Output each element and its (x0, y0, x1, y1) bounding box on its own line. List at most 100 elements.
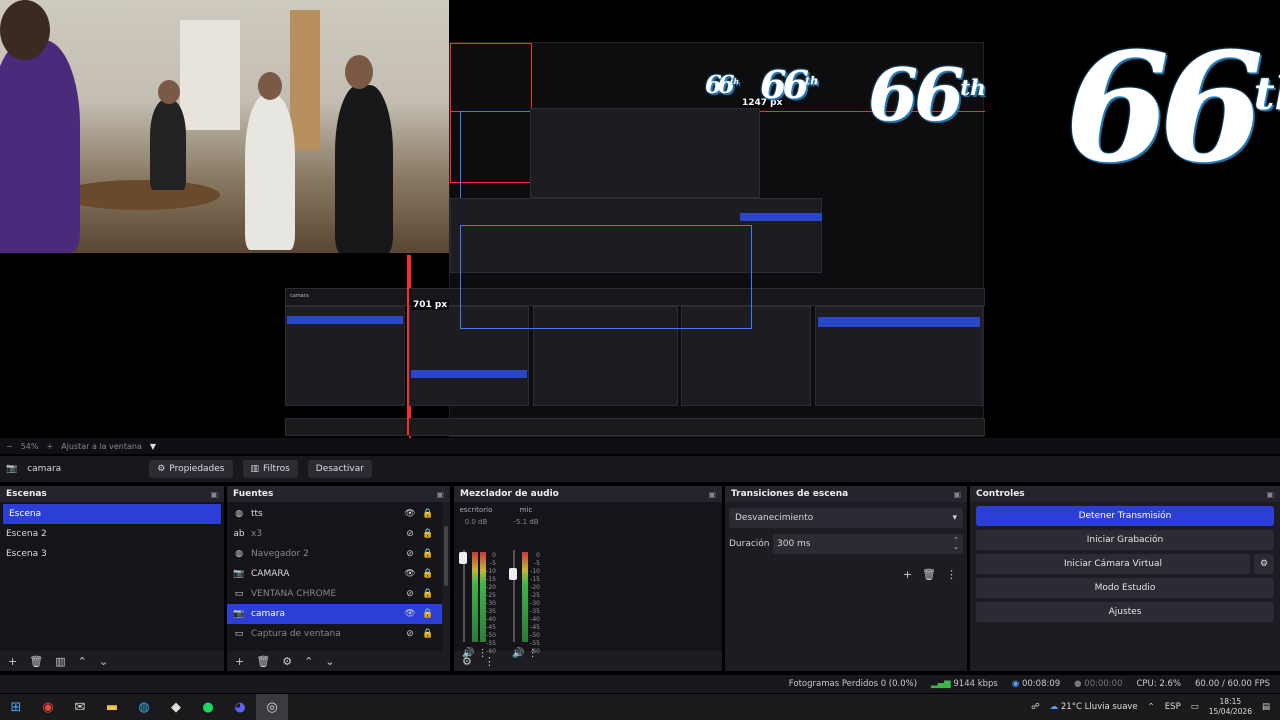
zoom-out-button[interactable]: − (6, 442, 13, 451)
scene-item[interactable]: Escena 3 (0, 544, 224, 564)
move-down-icon[interactable]: ⌄ (325, 655, 334, 668)
controls-title: Controles (976, 489, 1025, 499)
move-down-icon[interactable]: ⌄ (99, 655, 108, 668)
clock[interactable]: 18:15 15/04/2026 (1209, 697, 1252, 717)
mini-source-label: camara (290, 293, 309, 299)
lock-icon[interactable]: 🔒 (422, 609, 434, 619)
notification-icon[interactable]: ▤ (1262, 702, 1270, 712)
visibility-icon[interactable]: 👁 (404, 569, 416, 579)
settings-button[interactable]: Ajustes (976, 602, 1274, 622)
advanced-audio-icon[interactable]: ⚙ (462, 655, 472, 668)
filters-button[interactable]: ▥ Filtros (242, 460, 298, 478)
zoom-bar: − 54% + Ajustar a la ventana ▼ (0, 438, 1280, 454)
fit-window-label[interactable]: Ajustar a la ventana (61, 442, 142, 451)
weather-widget[interactable]: ☁ 21°C Lluvia suave (1050, 702, 1138, 712)
source-item[interactable]: ab x3 ⊘ 🔒 (227, 524, 442, 544)
gear-icon[interactable]: ⚙ (1254, 554, 1274, 574)
source-item[interactable]: ◍ Navegador 2 ⊘ 🔒 (227, 544, 442, 564)
preview-canvas[interactable]: 1247 px camara 701 px 66th 66th 66th 66t… (0, 0, 1280, 438)
transitions-dock: Transiciones de escena ▣ Desvanecimiento ▾… (725, 486, 967, 671)
obs-icon[interactable]: ◎ (256, 694, 288, 720)
hidden-icon[interactable]: ⊘ (404, 629, 416, 639)
hidden-icon[interactable]: ⊘ (404, 549, 416, 559)
source-item[interactable]: ◍ tts 👁 🔒 (227, 504, 442, 524)
pin-icon[interactable]: ☍ (1031, 702, 1040, 712)
camera-feed (0, 0, 449, 253)
start-recording-button[interactable]: Iniciar Grabación (976, 530, 1274, 550)
start-virtual-camera-button[interactable]: Iniciar Cámara Virtual (976, 554, 1250, 574)
trash-icon[interactable]: 🗑 (922, 568, 936, 581)
deactivate-button[interactable]: Desactivar (307, 460, 372, 478)
file-explorer-icon[interactable]: ▬ (96, 694, 128, 720)
add-icon[interactable]: + (903, 568, 912, 581)
properties-button[interactable]: ⚙ Propiedades (149, 460, 233, 478)
lock-icon[interactable]: 🔒 (422, 569, 434, 579)
gear-icon[interactable]: ⚙ (282, 655, 292, 668)
kebab-icon[interactable]: ⋮ (946, 568, 957, 581)
chrome-icon[interactable]: ◉ (32, 694, 64, 720)
source-item[interactable]: 📷 CAMARA 👁 🔒 (227, 564, 442, 584)
filter-icon[interactable]: ▥ (55, 655, 65, 668)
undock-icon[interactable]: ▣ (708, 490, 716, 499)
move-up-icon[interactable]: ⌃ (304, 655, 313, 668)
move-up-icon[interactable]: ⌃ (78, 655, 87, 668)
channel-db: 0.0 dB (464, 518, 488, 526)
add-icon[interactable]: + (8, 655, 17, 668)
hidden-icon[interactable]: ⊘ (404, 589, 416, 599)
source-item[interactable]: 📷 camara 👁 🔒 (227, 604, 442, 624)
window-icon: ▭ (234, 629, 244, 639)
mail-icon[interactable]: ✉ (64, 694, 96, 720)
volume-fader[interactable] (459, 552, 467, 564)
source-item[interactable]: ▭ Captura de ventana ⊘ 🔒 (227, 624, 442, 644)
windows-start-icon[interactable]: ⊞ (0, 694, 32, 720)
undock-icon[interactable]: ▣ (210, 490, 218, 499)
transition-select[interactable]: Desvanecimiento ▾ (729, 508, 963, 528)
chevron-down-icon: ▾ (952, 513, 957, 523)
undock-icon[interactable]: ▣ (1266, 490, 1274, 499)
lock-icon[interactable]: 🔒 (422, 629, 434, 639)
chevron-up-icon[interactable]: ⌃ (1148, 702, 1155, 712)
lock-icon[interactable]: 🔒 (422, 529, 434, 539)
zoom-in-button[interactable]: + (46, 442, 53, 451)
studio-mode-button[interactable]: Modo Estudio (976, 578, 1274, 598)
lock-icon[interactable]: 🔒 (422, 549, 434, 559)
duration-label: Duración (729, 539, 770, 549)
scrollbar[interactable] (444, 526, 448, 586)
undock-icon[interactable]: ▣ (436, 490, 444, 499)
camera-icon: 📷 (6, 464, 18, 474)
scene-item[interactable]: Escena (3, 504, 221, 524)
lock-icon[interactable]: 🔒 (422, 509, 434, 519)
sources-dock: Fuentes ▣ ◍ tts 👁 🔒 ab x3 ⊘ 🔒 ◍ Navegador 2 ⊘ 🔒 📷 C… (227, 486, 450, 671)
language-indicator[interactable]: ESP (1165, 702, 1181, 712)
add-icon[interactable]: + (235, 655, 244, 668)
spotify-icon[interactable]: ● (192, 694, 224, 720)
spinner-icon[interactable]: ⌃ ⌄ (953, 537, 959, 551)
gear-icon: ⚙ (157, 464, 166, 474)
taskbar: ⊞ ◉ ✉ ▬ ◍ ◆ ● ◕ ◎ ☍ ☁ 21°C Lluvia suave … (0, 694, 1280, 720)
trash-icon[interactable]: 🗑 (29, 655, 43, 668)
kebab-icon[interactable]: ⋮ (484, 655, 495, 668)
visibility-icon[interactable]: 👁 (404, 509, 416, 519)
source-item[interactable]: ▭ VENTANA CHROME ⊘ 🔒 (227, 584, 442, 604)
edge-icon[interactable]: ◍ (128, 694, 160, 720)
undock-icon[interactable]: ▣ (953, 490, 961, 499)
camera-icon: 📷 (233, 569, 245, 579)
discord-icon[interactable]: ◕ (224, 694, 256, 720)
measure-label-height: 701 px (411, 300, 450, 310)
lock-icon[interactable]: 🔒 (422, 589, 434, 599)
selected-source-name: camara (27, 464, 62, 474)
scene-item[interactable]: Escena 2 (0, 524, 224, 544)
duration-input[interactable]: 300 ms ⌃ ⌄ (773, 534, 963, 554)
zoom-dropdown-icon[interactable]: ▼ (150, 442, 156, 451)
hidden-icon[interactable]: ⊘ (404, 529, 416, 539)
stop-streaming-button[interactable]: Detener Transmisión (976, 506, 1274, 526)
channel-name: escritorio (459, 506, 493, 514)
logo-medium: 66th (868, 52, 986, 137)
visibility-icon[interactable]: 👁 (404, 609, 416, 619)
app-icon[interactable]: ◆ (160, 694, 192, 720)
zoom-level: 54% (20, 441, 39, 451)
volume-fader[interactable] (509, 568, 517, 580)
logo-tiny: 66th (705, 70, 739, 99)
network-icon[interactable]: ▭ (1191, 702, 1199, 712)
trash-icon[interactable]: 🗑 (256, 655, 270, 668)
